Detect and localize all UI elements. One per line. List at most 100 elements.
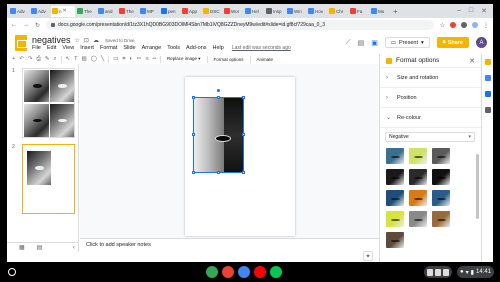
gmail-icon[interactable]	[222, 266, 234, 278]
crop-icon[interactable]: ⌗	[122, 56, 125, 63]
new-tab-icon[interactable]: +	[393, 7, 398, 16]
recolour-swatch[interactable]	[409, 190, 427, 206]
chevron-down-icon[interactable]: ▾	[421, 40, 424, 46]
menu-item-view[interactable]: View	[62, 45, 74, 51]
browser-tab[interactable]: Wor	[223, 6, 243, 17]
size-rotation-section[interactable]: › Size and rotation	[380, 68, 481, 88]
select-icon[interactable]: ↖	[66, 56, 71, 62]
comments-icon[interactable]: ▤	[358, 39, 365, 47]
grid-view-icon[interactable]: ▦	[19, 244, 25, 251]
format-options-button[interactable]: Format options	[212, 57, 246, 62]
recolour-swatch[interactable]	[432, 169, 450, 185]
browser-tab[interactable]: Insp	[265, 6, 285, 17]
explore-icon[interactable]: ✦	[363, 251, 373, 261]
chrome-icon[interactable]	[206, 266, 218, 278]
text-box-icon[interactable]: T	[74, 56, 77, 62]
recolour-swatch[interactable]	[409, 169, 427, 185]
new-slide-icon[interactable]: +	[12, 56, 15, 62]
zoom-icon[interactable]: ⌕	[53, 56, 56, 63]
system-tray[interactable]: ● ▾ ▮ 14:41	[457, 266, 494, 278]
browser-tab[interactable]: and	[97, 6, 117, 17]
reload-icon[interactable]: ↻	[35, 22, 40, 29]
calendar-icon[interactable]	[484, 91, 491, 97]
play-store-icon[interactable]	[270, 266, 282, 278]
browser-tab[interactable]: App	[181, 6, 201, 17]
last-edit-link[interactable]: Last edit was seconds ago	[232, 45, 291, 51]
launcher-icon[interactable]	[8, 268, 16, 276]
filmstrip-view-icon[interactable]: ▤	[37, 244, 43, 251]
resize-handle[interactable]	[217, 171, 220, 174]
star-icon[interactable]: ☆	[75, 37, 80, 44]
browser-tab[interactable]: Win	[286, 6, 306, 17]
browser-tab[interactable]: Hov	[307, 6, 327, 17]
profile-icon[interactable]	[472, 22, 478, 28]
browser-tab[interactable]: pen	[160, 6, 180, 17]
menu-item-help[interactable]: Help	[213, 45, 224, 51]
menu-item-addons[interactable]: Add-ons	[186, 45, 207, 51]
calendar-icon[interactable]	[238, 266, 250, 278]
collapse-icon[interactable]: ‹	[73, 245, 79, 251]
slide-thumbnail[interactable]	[22, 144, 75, 214]
resize-handle[interactable]	[242, 171, 245, 174]
recolour-swatch[interactable]	[432, 211, 450, 227]
border-dash-icon[interactable]: ┅	[153, 56, 156, 62]
present-button[interactable]: ▭ Present ▾	[384, 37, 430, 48]
image-icon[interactable]: ▨	[82, 56, 87, 62]
border-color-icon[interactable]: ✏	[137, 56, 142, 62]
panel-scrollbar[interactable]	[476, 154, 479, 219]
speaker-notes[interactable]: Click to add speaker notes	[80, 238, 379, 252]
meet-icon[interactable]: ▣	[371, 39, 378, 47]
resize-handle[interactable]	[242, 96, 245, 99]
browser-tab[interactable]: n ✕	[51, 5, 75, 17]
minimize-icon[interactable]: –	[457, 7, 461, 15]
document-title[interactable]: negatives	[32, 35, 71, 45]
comment-icon[interactable]: ▭	[113, 56, 118, 62]
resize-handle[interactable]	[242, 133, 245, 136]
menu-item-format[interactable]: Format	[100, 45, 117, 51]
paint-format-icon[interactable]: ✎	[45, 56, 50, 62]
close-icon[interactable]: ✕	[63, 8, 67, 14]
tasks-icon[interactable]	[484, 75, 491, 81]
activity-icon[interactable]: ⟋	[346, 39, 351, 47]
menu-item-slide[interactable]: Slide	[123, 45, 135, 51]
mask-icon[interactable]: ◐	[130, 56, 133, 62]
browser-tab[interactable]: Chr	[328, 6, 348, 17]
share-button[interactable]: 🔒︎ Share	[436, 37, 469, 48]
browser-tab[interactable]: DSC	[202, 6, 222, 17]
browser-tab[interactable]: MP	[139, 6, 159, 17]
avatar[interactable]: A	[476, 37, 487, 48]
recolour-swatch[interactable]	[409, 211, 427, 227]
address-bar[interactable]: docs.google.com/presentation/d/1tz3X1hQD…	[46, 20, 434, 30]
undo-icon[interactable]: ↶	[19, 56, 24, 62]
border-weight-icon[interactable]: ≡	[145, 56, 148, 62]
resize-handle[interactable]	[192, 133, 195, 136]
forward-icon[interactable]: →	[23, 22, 29, 28]
animate-button[interactable]: Animate	[255, 57, 276, 62]
move-icon[interactable]: ⊡	[84, 37, 89, 44]
rotate-handle[interactable]	[217, 89, 220, 92]
holding-space[interactable]	[424, 266, 453, 278]
star-icon[interactable]: ☆	[440, 22, 445, 29]
recolour-swatch[interactable]	[386, 169, 404, 185]
browser-tab[interactable]: The	[118, 6, 138, 17]
extension-icon[interactable]	[450, 22, 456, 28]
browser-tab[interactable]: Fa	[349, 6, 369, 17]
resize-handle[interactable]	[192, 96, 195, 99]
recolour-swatch[interactable]	[432, 190, 450, 206]
maximize-icon[interactable]: □	[469, 7, 473, 15]
line-icon[interactable]: ╲	[101, 56, 104, 62]
slides-logo-icon[interactable]	[15, 35, 27, 51]
browser-tab[interactable]: Adv	[9, 6, 29, 17]
recolour-swatch[interactable]	[386, 148, 404, 164]
resize-handle[interactable]	[217, 96, 220, 99]
close-icon[interactable]: ✕	[481, 7, 487, 15]
position-section[interactable]: › Position	[380, 88, 481, 108]
print-icon[interactable]: ⎙	[36, 56, 40, 63]
browser-tab[interactable]: Hel	[244, 6, 264, 17]
menu-item-edit[interactable]: Edit	[47, 45, 56, 51]
browser-tab[interactable]: Mo	[370, 6, 390, 17]
back-icon[interactable]: ←	[11, 22, 17, 28]
add-icon[interactable]	[484, 107, 491, 113]
menu-item-insert[interactable]: Insert	[80, 45, 94, 51]
recolour-section[interactable]: ⌄ Re-colour	[380, 108, 481, 128]
